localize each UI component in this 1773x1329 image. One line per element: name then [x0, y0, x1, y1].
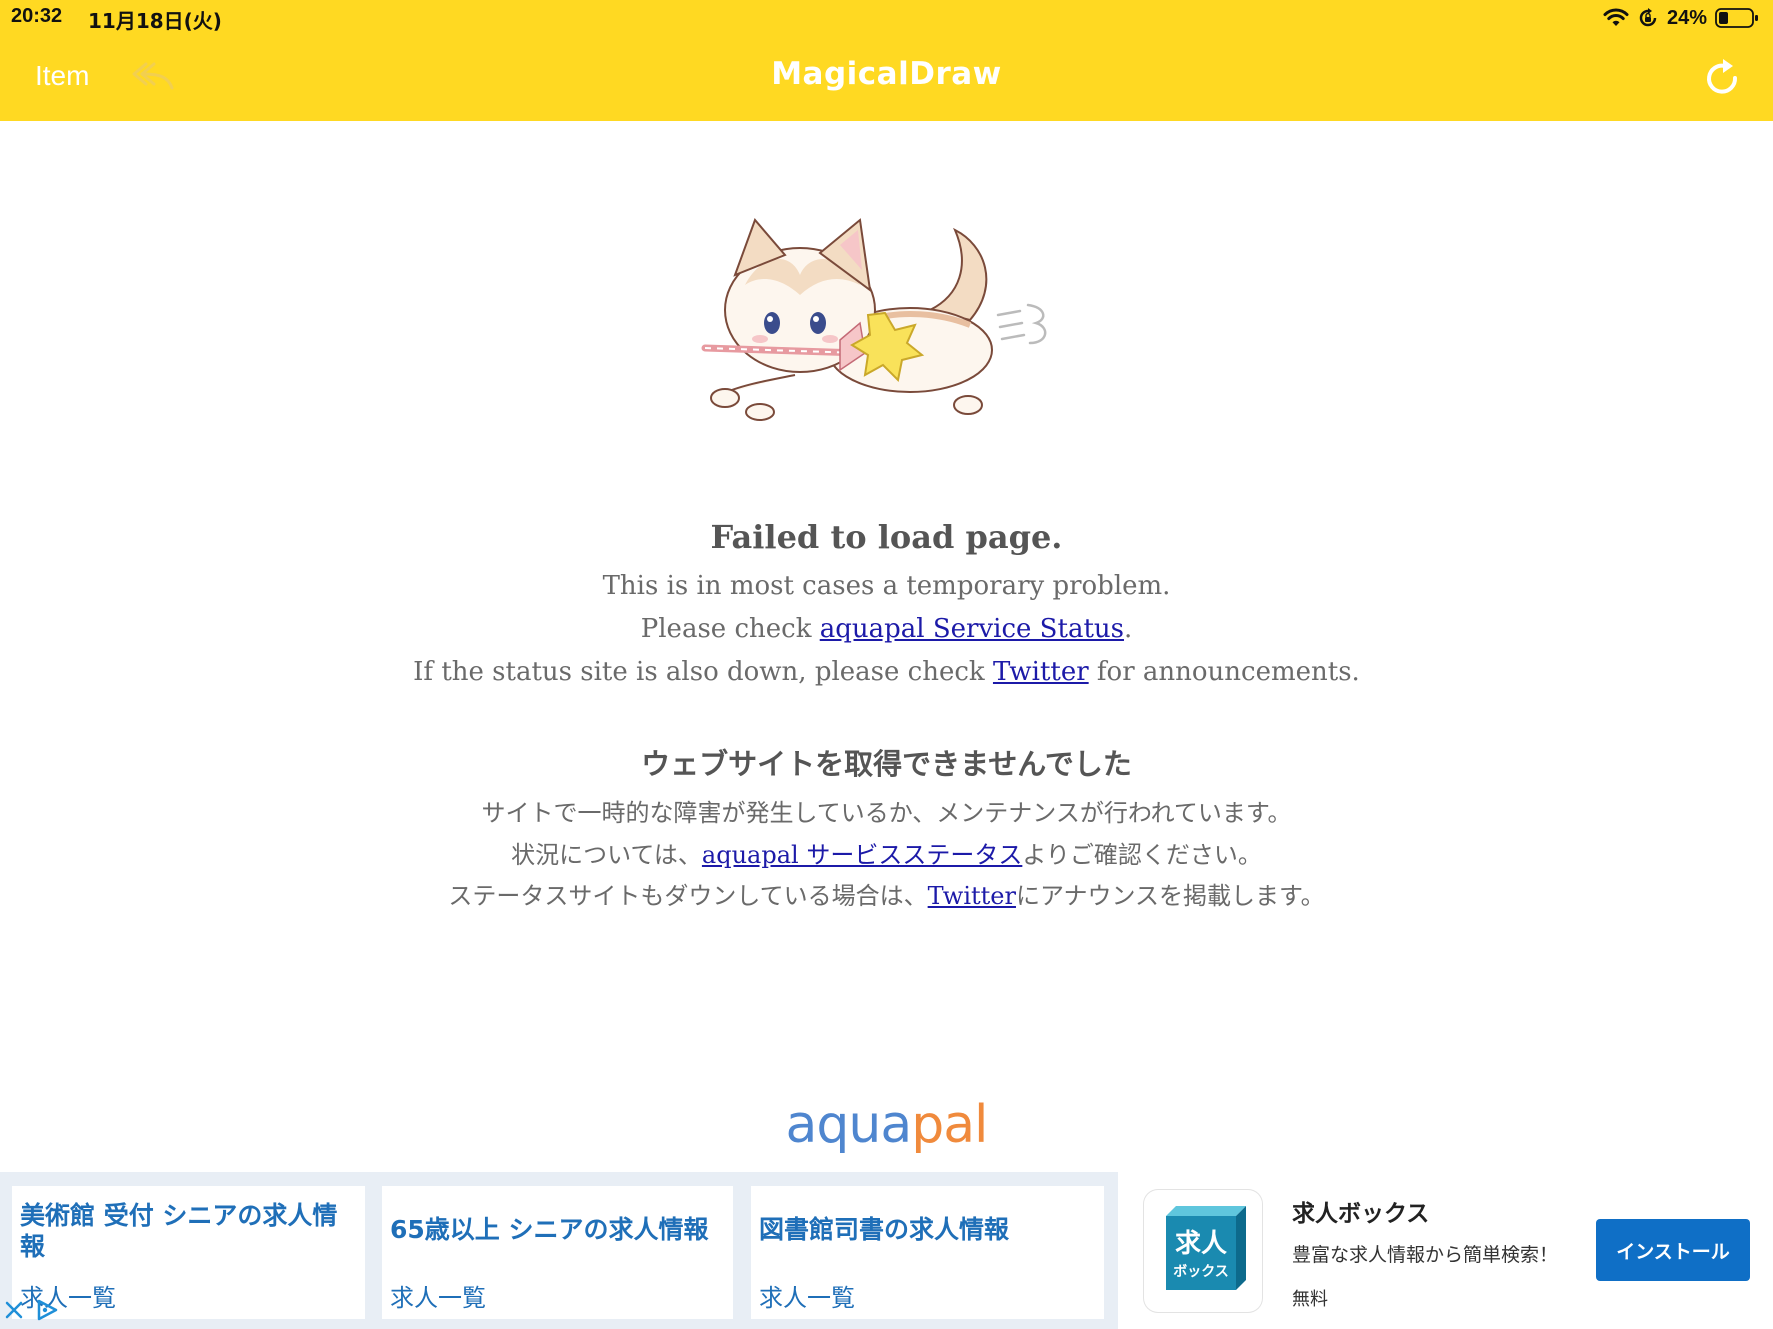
line2-prefix: Please check	[640, 614, 820, 644]
status-date: 11月18日(火)	[88, 9, 222, 33]
line2-suffix-jp: よりご確認ください。	[1022, 841, 1262, 869]
error-line3-jp: ステータスサイトもダウンしている場合は、Twitterにアナウンスを掲載します。	[0, 876, 1773, 911]
logo-part-aqua: aqua	[785, 1095, 912, 1155]
error-line1-jp: サイトで一時的な障害が発生しているか、メンテナンスが行われています。	[481, 799, 1292, 827]
kyujin-box-app-icon: 求人 ボックス	[1144, 1190, 1262, 1312]
app-price: 無料	[1292, 1289, 1328, 1310]
twitter-link-jp[interactable]: Twitter	[928, 882, 1016, 910]
ad-close-icon[interactable]	[4, 1298, 24, 1320]
app-icon-text-top: 求人	[1175, 1229, 1227, 1259]
error-line2-jp: 状況については、aquapal サービスステータスよりご確認ください。	[0, 835, 1773, 870]
ad-app-promo[interactable]: 求人 ボックス 求人ボックス 豊富な求人情報から簡単検索！ 無料 インストール	[1118, 1172, 1773, 1329]
error-line3-en: If the status site is also down, please …	[0, 657, 1773, 687]
orientation-lock-icon	[1637, 7, 1659, 29]
ad-choices-icon[interactable]	[34, 1298, 60, 1322]
install-button[interactable]: インストール	[1596, 1219, 1750, 1281]
ad-card-title: 図書館司書の求人情報	[759, 1215, 1010, 1244]
app-icon-text-bottom: ボックス	[1173, 1264, 1229, 1280]
service-status-link-jp[interactable]: aquapal サービスステータス	[702, 841, 1022, 869]
ad-card-sub: 求人一覧	[759, 1284, 855, 1312]
service-status-link[interactable]: aquapal Service Status	[820, 614, 1124, 644]
app-description: 豊富な求人情報から簡単検索！	[1292, 1244, 1559, 1266]
status-time: 20:32	[11, 5, 63, 27]
ad-card-title: 65歳以上 シニアの求人情報	[390, 1215, 709, 1244]
top-bar: 20:32 11月18日(火) 24% Item MagicalDraw	[0, 0, 1773, 121]
aquapal-logo: aquapal	[0, 1095, 1773, 1155]
ad-card-sub: 求人一覧	[390, 1284, 486, 1312]
error-title-jp: ウェブサイトを取得できませんでした	[641, 747, 1132, 781]
ad-card-2[interactable]: 65歳以上 シニアの求人情報 求人一覧	[382, 1186, 733, 1319]
cat-mascot-illustration	[700, 215, 1080, 425]
line2-prefix-jp: 状況については、	[511, 841, 702, 869]
app-name: 求人ボックス	[1292, 1201, 1430, 1227]
line3-prefix-jp: ステータスサイトもダウンしている場合は、	[448, 882, 928, 910]
ad-card-3[interactable]: 図書館司書の求人情報 求人一覧	[751, 1186, 1104, 1319]
line2-suffix: .	[1123, 614, 1133, 644]
wifi-icon	[1603, 8, 1629, 28]
status-indicators: 24%	[1603, 5, 1759, 31]
error-title-en: Failed to load page.	[710, 518, 1063, 556]
reload-icon[interactable]	[1703, 56, 1743, 100]
logo-part-pal: pal	[911, 1095, 988, 1155]
error-line2-en: Please check aquapal Service Status.	[0, 614, 1773, 644]
line3-prefix: If the status site is also down, please …	[413, 657, 993, 687]
battery-percent: 24%	[1666, 6, 1707, 29]
battery-icon	[1715, 7, 1759, 29]
line3-suffix-jp: にアナウンスを掲載します。	[1015, 882, 1325, 910]
twitter-link[interactable]: Twitter	[993, 657, 1089, 687]
app-title: MagicalDraw	[771, 56, 1002, 92]
line3-suffix: for announcements.	[1088, 657, 1360, 687]
ad-card-title: 美術館 受付 シニアの求人情報	[20, 1201, 338, 1261]
ad-card-1[interactable]: 美術館 受付 シニアの求人情報 求人一覧	[12, 1186, 365, 1319]
error-line1-en: This is in most cases a temporary proble…	[602, 571, 1171, 601]
